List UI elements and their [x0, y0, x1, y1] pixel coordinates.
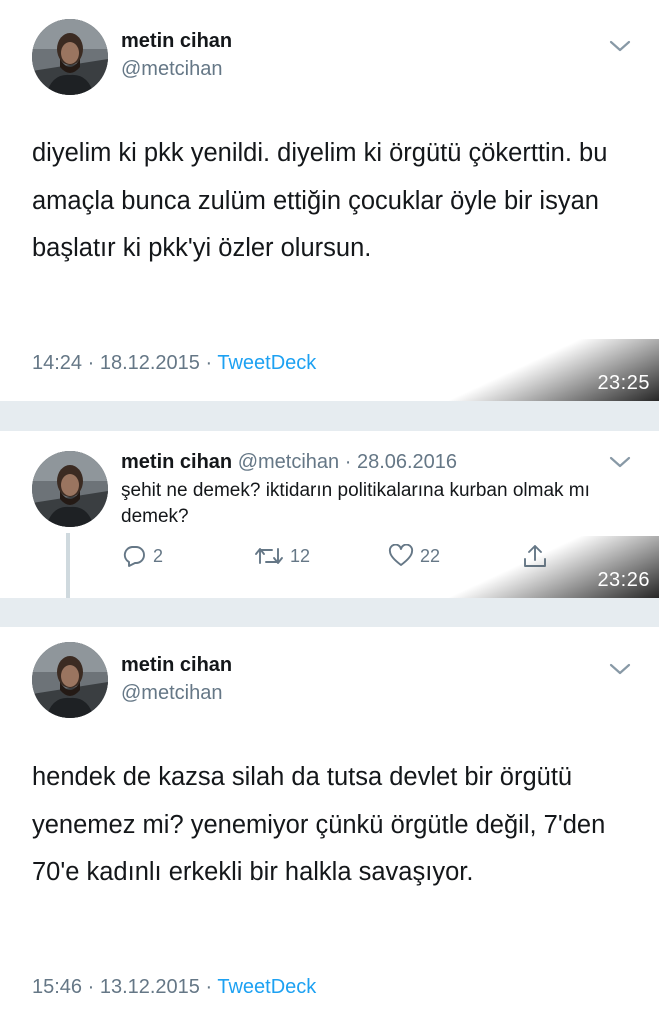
- tweet-date[interactable]: · 28.06.2016: [345, 451, 457, 473]
- retweet-button[interactable]: 12: [254, 543, 310, 569]
- author-handle[interactable]: @metcihan: [121, 682, 222, 705]
- author-name[interactable]: metin cihan: [121, 451, 232, 473]
- chevron-down-icon[interactable]: [609, 39, 631, 53]
- screenshot-time: 23:26: [597, 569, 650, 591]
- avatar[interactable]: [32, 451, 108, 527]
- reply-icon: [123, 546, 145, 567]
- avatar[interactable]: [32, 642, 108, 718]
- tweet-meta: 14:24 · 18.12.2015 · TweetDeck: [32, 352, 316, 375]
- tweet-card-2: metin cihan @metcihan · 28.06.2016 şehit…: [0, 431, 659, 598]
- screenshot-time-overlay: 23:26: [439, 536, 659, 598]
- tweet-source-link[interactable]: TweetDeck: [217, 976, 316, 998]
- tweet-text: hendek de kazsa silah da tutsa devlet bi…: [32, 763, 606, 886]
- tweet-card-1: metin cihan @metcihan diyelim ki pkk yen…: [0, 0, 659, 401]
- avatar[interactable]: [32, 19, 108, 95]
- tweet-text: diyelim ki pkk yenildi. diyelim ki örgüt…: [32, 139, 608, 262]
- screenshot-time: 23:25: [597, 372, 650, 394]
- tweet-text: şehit ne demek? iktidarın politikalarına…: [121, 480, 590, 527]
- author-handle[interactable]: @metcihan: [238, 451, 339, 473]
- author-name[interactable]: metin cihan: [121, 30, 232, 53]
- chevron-down-icon[interactable]: [609, 662, 631, 676]
- author-handle[interactable]: @metcihan: [121, 58, 222, 81]
- chevron-down-icon[interactable]: [609, 455, 631, 469]
- tweet-card-3: metin cihan @metcihan hendek de kazsa si…: [0, 627, 659, 1024]
- tweet-timestamp[interactable]: 14:24 · 18.12.2015 ·: [32, 352, 217, 374]
- retweet-icon: [255, 548, 283, 564]
- author-name[interactable]: metin cihan: [121, 654, 232, 677]
- reply-button[interactable]: 2: [121, 543, 163, 569]
- retweet-count: 12: [290, 545, 311, 566]
- like-button[interactable]: 22: [388, 543, 440, 569]
- tweet-source-link[interactable]: TweetDeck: [217, 352, 316, 374]
- thread-line: [66, 533, 70, 598]
- reply-count: 2: [153, 545, 164, 566]
- tweet-timestamp[interactable]: 15:46 · 13.12.2015 ·: [32, 976, 217, 998]
- tweet-header: metin cihan @metcihan · 28.06.2016: [121, 451, 457, 474]
- screenshot-time-overlay: 23:25: [439, 339, 659, 401]
- heart-icon: [388, 544, 414, 566]
- like-count: 22: [420, 545, 441, 566]
- tweet-meta: 15:46 · 13.12.2015 · TweetDeck: [32, 976, 316, 999]
